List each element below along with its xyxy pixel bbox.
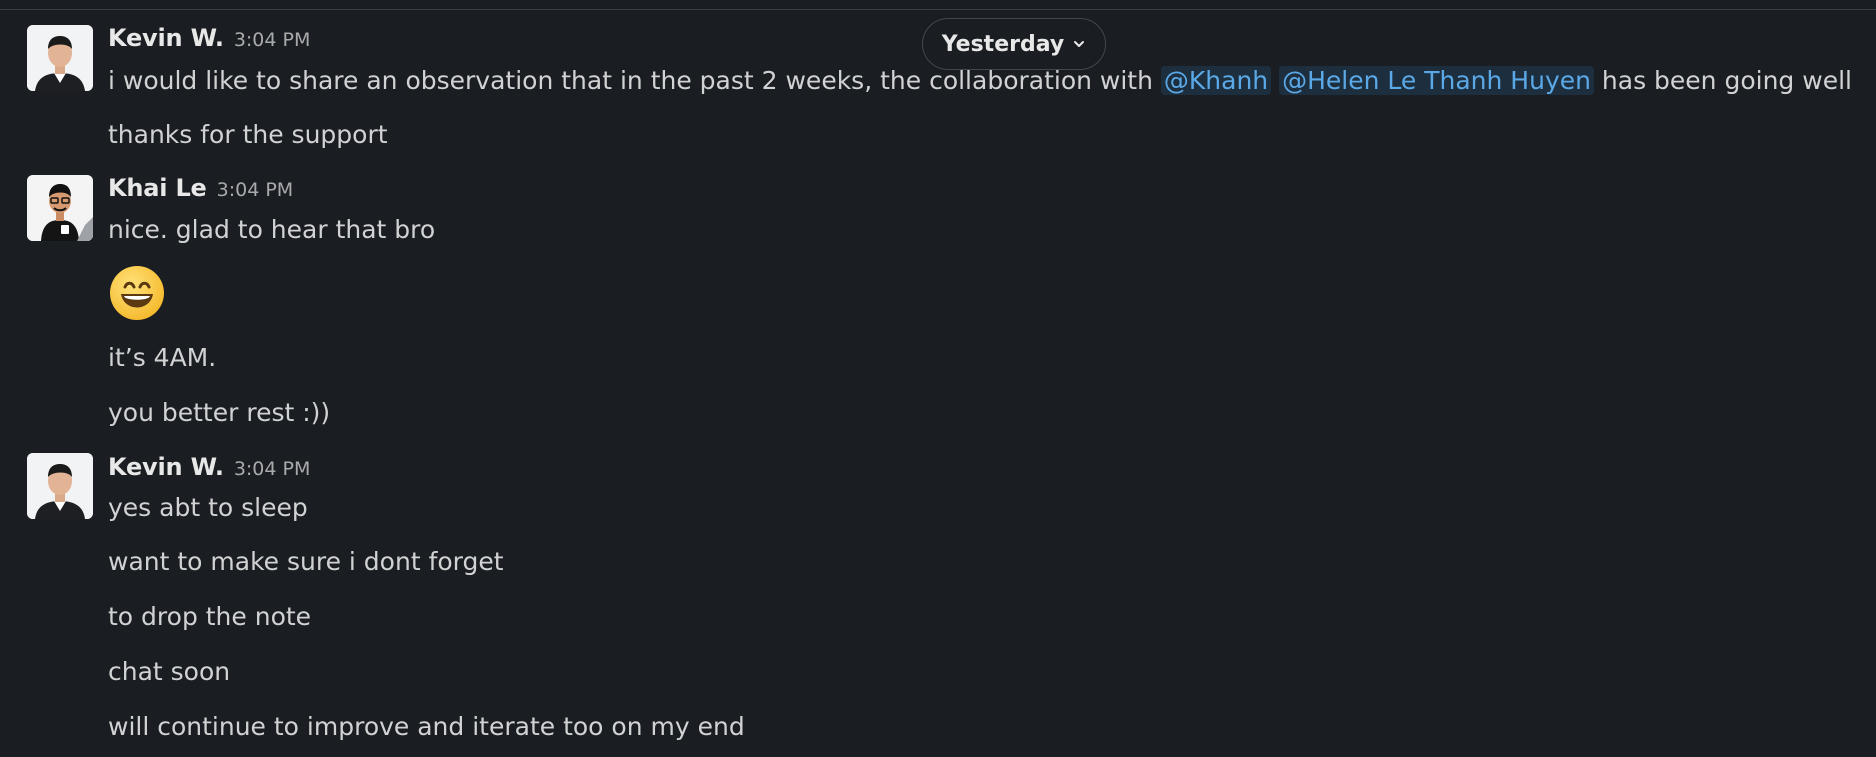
kevin-avatar-icon bbox=[27, 25, 93, 91]
mention-helen[interactable]: @Helen Le Thanh Huyen bbox=[1279, 66, 1594, 95]
grinning-face-emoji-icon[interactable] bbox=[108, 264, 166, 322]
mention-khanh[interactable]: @Khanh bbox=[1160, 66, 1272, 95]
author-name[interactable]: Kevin W. bbox=[108, 24, 224, 52]
message-list: Kevin W. 3:04 PM i would like to share an… bbox=[0, 0, 1876, 757]
avatar[interactable] bbox=[27, 25, 93, 91]
message-text: chat soon bbox=[108, 657, 231, 686]
avatar[interactable] bbox=[27, 453, 93, 519]
message-header: Kevin W. 3:04 PM bbox=[108, 24, 310, 52]
message-text: want to make sure i dont forget bbox=[108, 547, 504, 576]
message-text: yes abt to sleep bbox=[108, 493, 308, 522]
date-label: Yesterday bbox=[941, 31, 1065, 57]
message-text: will continue to improve and iterate too… bbox=[108, 712, 745, 741]
message-text: it’s 4AM. bbox=[108, 343, 217, 372]
timestamp[interactable]: 3:04 PM bbox=[234, 458, 311, 480]
author-name[interactable]: Khai Le bbox=[108, 174, 207, 202]
author-name[interactable]: Kevin W. bbox=[108, 453, 224, 481]
message-header: Khai Le 3:04 PM bbox=[108, 174, 293, 202]
message-text: nice. glad to hear that bro bbox=[108, 215, 436, 244]
timestamp[interactable]: 3:04 PM bbox=[217, 179, 294, 201]
chevron-down-icon bbox=[1072, 37, 1086, 51]
khai-avatar-icon bbox=[27, 175, 93, 241]
avatar[interactable] bbox=[27, 175, 93, 241]
text-segment: has been going well bbox=[1593, 66, 1852, 95]
date-divider-button[interactable]: Yesterday bbox=[922, 18, 1106, 70]
message-text: i would like to share an observation tha… bbox=[108, 66, 1852, 96]
timestamp[interactable]: 3:04 PM bbox=[234, 29, 311, 51]
message-header: Kevin W. 3:04 PM bbox=[108, 453, 310, 481]
text-segment bbox=[1271, 66, 1279, 95]
message-text: you better rest :)) bbox=[108, 398, 331, 427]
message-text: thanks for the support bbox=[108, 120, 388, 149]
kevin-avatar-icon bbox=[27, 453, 93, 519]
text-segment: i would like to share an observation tha… bbox=[108, 66, 1161, 95]
message-text: to drop the note bbox=[108, 602, 312, 631]
